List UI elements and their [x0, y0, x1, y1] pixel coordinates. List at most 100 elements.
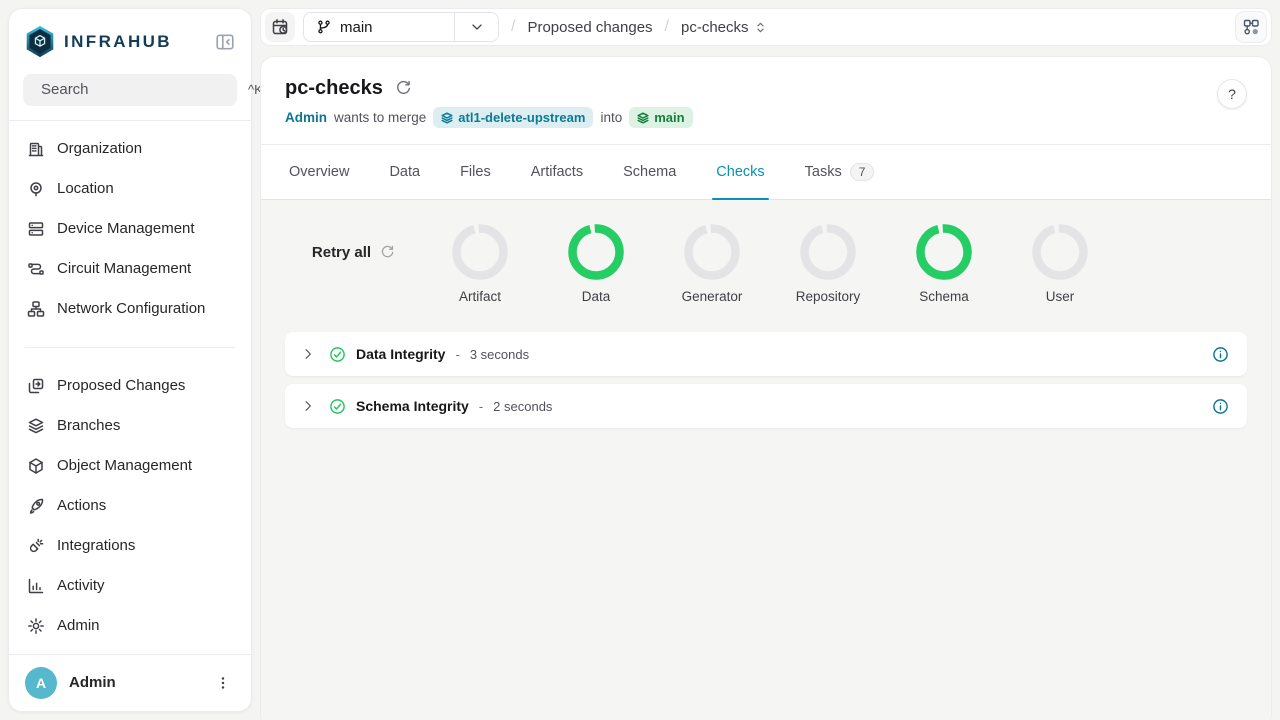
diff-icon [27, 377, 45, 395]
search-box[interactable]: ^K [23, 74, 237, 106]
branch-selector-caret[interactable] [454, 13, 498, 41]
check-row-title: Data Integrity [356, 346, 445, 362]
donut-label: Data [582, 289, 611, 304]
sidebar-item-label: Object Management [57, 457, 192, 474]
check-donut-user[interactable]: User [1002, 224, 1118, 304]
chevron-down-icon [469, 19, 485, 35]
tab-checks[interactable]: Checks [716, 145, 764, 199]
check-row-data-integrity[interactable]: Data Integrity - 3 seconds [285, 332, 1247, 376]
donut-label: Repository [796, 289, 861, 304]
target-branch-badge[interactable]: main [629, 107, 692, 128]
rocket-icon [27, 497, 45, 515]
check-donut-artifact[interactable]: Artifact [422, 224, 538, 304]
donut-label: Schema [919, 289, 969, 304]
layers-icon [637, 112, 649, 124]
sidebar-item-organization[interactable]: Organization [17, 129, 243, 169]
plug-icon [27, 537, 45, 555]
sidebar-item-label: Network Configuration [57, 300, 205, 317]
tab-data[interactable]: Data [389, 145, 420, 199]
breadcrumb-separator: / [661, 18, 673, 36]
progress-ring-icon [800, 224, 856, 280]
sidebar-item-admin[interactable]: Admin [17, 606, 243, 646]
branch-selector[interactable]: main [303, 12, 499, 42]
user-menu-button[interactable] [211, 671, 235, 695]
tab-tasks[interactable]: Tasks 7 [805, 145, 875, 199]
page-title: pc-checks [285, 77, 383, 100]
check-category-donuts: Artifact Data Generator [422, 224, 1118, 304]
sidebar-item-actions[interactable]: Actions [17, 486, 243, 526]
chevron-right-icon [301, 347, 315, 361]
check-row-schema-integrity[interactable]: Schema Integrity - 2 seconds [285, 384, 1247, 428]
check-circle-icon [329, 346, 346, 363]
retry-all-button[interactable]: Retry all [312, 244, 395, 261]
breadcrumb-pc-checks-selector[interactable]: pc-checks [681, 19, 768, 36]
git-branch-icon [316, 19, 332, 35]
schema-visualizer-button[interactable] [1235, 11, 1267, 43]
breadcrumb-separator: / [507, 18, 519, 36]
refresh-icon [395, 80, 412, 97]
check-donut-data[interactable]: Data [538, 224, 654, 304]
donut-label: Generator [682, 289, 743, 304]
route-icon [27, 260, 45, 278]
user-name: Admin [69, 674, 199, 691]
target-branch-name: main [654, 110, 684, 125]
refresh-button[interactable] [393, 78, 414, 99]
sidebar-item-circuit-management[interactable]: Circuit Management [17, 249, 243, 289]
sidebar-item-network-configuration[interactable]: Network Configuration [17, 289, 243, 329]
tab-artifacts[interactable]: Artifacts [531, 145, 583, 199]
tab-label: Tasks [805, 164, 842, 180]
check-row-duration: 2 seconds [493, 399, 552, 414]
check-info-button[interactable] [1210, 396, 1231, 417]
source-branch-name: atl1-delete-upstream [458, 110, 585, 125]
sidebar-divider [25, 347, 235, 348]
sidebar-item-object-management[interactable]: Object Management [17, 446, 243, 486]
help-button[interactable]: ? [1217, 79, 1247, 109]
breadcrumb-proposed-changes[interactable]: Proposed changes [527, 19, 652, 36]
search-input[interactable] [41, 81, 240, 98]
sidebar-item-device-management[interactable]: Device Management [17, 209, 243, 249]
nav-secondary: Proposed Changes Branches Object Managem… [9, 358, 251, 654]
sidebar-item-branches[interactable]: Branches [17, 406, 243, 446]
check-info-button[interactable] [1210, 344, 1231, 365]
check-row-separator: - [479, 399, 483, 414]
check-donut-schema[interactable]: Schema [886, 224, 1002, 304]
source-branch-badge[interactable]: atl1-delete-upstream [433, 107, 593, 128]
tab-files[interactable]: Files [460, 145, 491, 199]
network-icon [27, 300, 45, 318]
calendar-clock-icon [271, 18, 289, 36]
check-donut-generator[interactable]: Generator [654, 224, 770, 304]
info-icon [1212, 346, 1229, 363]
tab-label: Checks [716, 164, 764, 180]
sidebar-item-label: Proposed Changes [57, 377, 185, 394]
sidebar-collapse-button[interactable] [213, 30, 237, 54]
branch-selector-value[interactable]: main [304, 13, 454, 41]
tab-overview[interactable]: Overview [289, 145, 349, 199]
building-icon [27, 140, 45, 158]
proposed-change-header: pc-checks Admin wants to merge atl1-dele… [261, 57, 1271, 144]
donut-label: User [1046, 289, 1075, 304]
tab-schema[interactable]: Schema [623, 145, 676, 199]
sidebar-item-integrations[interactable]: Integrations [17, 526, 243, 566]
time-travel-button[interactable] [265, 12, 295, 42]
checks-panel: Retry all Artifact Data [261, 200, 1271, 720]
branch-name: main [340, 19, 373, 36]
infrahub-logo-icon [25, 25, 55, 58]
refresh-icon [380, 245, 395, 260]
check-donut-repository[interactable]: Repository [770, 224, 886, 304]
breadcrumb-page-label: pc-checks [681, 19, 749, 36]
tabs: Overview Data Files Artifacts Schema Che… [261, 144, 1271, 200]
chevron-right-icon [301, 399, 315, 413]
server-icon [27, 220, 45, 238]
up-down-chevrons-icon [753, 20, 768, 35]
layers-icon [441, 112, 453, 124]
sidebar-item-activity[interactable]: Activity [17, 566, 243, 606]
sidebar-item-proposed-changes[interactable]: Proposed Changes [17, 366, 243, 406]
logo-row: INFRAHUB [9, 9, 251, 70]
panel-collapse-icon [215, 32, 235, 52]
progress-ring-icon [916, 224, 972, 280]
cube-icon [27, 457, 45, 475]
sidebar-item-label: Branches [57, 417, 120, 434]
sidebar-item-location[interactable]: Location [17, 169, 243, 209]
workflow-icon [1242, 18, 1260, 36]
progress-ring-icon [452, 224, 508, 280]
